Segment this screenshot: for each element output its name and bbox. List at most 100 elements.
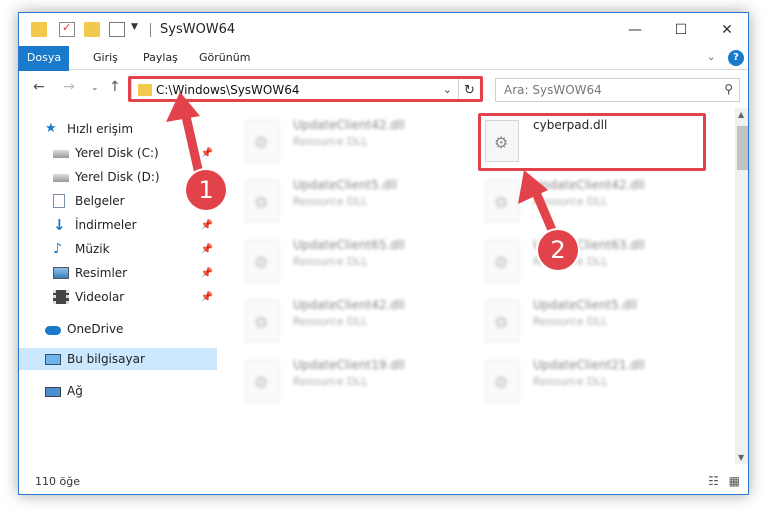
- sidebar-item-label: Bu bilgisayar: [67, 352, 145, 366]
- title-bar: ✓ ▼ SysWOW64 — ☐ ✕: [19, 13, 748, 46]
- file-item[interactable]: ⚙ UpdateClient21.dll Resource DLL: [485, 358, 715, 410]
- picture-icon: [53, 267, 69, 279]
- properties-icon[interactable]: ✓: [59, 21, 75, 37]
- file-name: UpdateClient65.dll: [293, 238, 405, 252]
- minimize-button[interactable]: —: [612, 13, 658, 46]
- dll-file-icon: ⚙: [245, 240, 279, 282]
- title-separator: [150, 23, 151, 37]
- file-type: Resource DLL: [293, 135, 368, 148]
- file-name: UpdateClient21.dll: [533, 358, 645, 372]
- up-arrow-icon[interactable]: ↑: [109, 79, 121, 95]
- sidebar-item-videos[interactable]: Videolar 📌: [19, 286, 217, 308]
- dll-file-icon: ⚙: [485, 360, 519, 402]
- file-item[interactable]: ⚙ UpdateClient19.dll Resource DLL: [245, 358, 475, 410]
- file-item[interactable]: ⚙ UpdateClient65.dll Resource DLL: [245, 238, 475, 290]
- sidebar-item-label: Yerel Disk (D:): [75, 170, 160, 184]
- file-item[interactable]: ⚙ UpdateClient42.dll Resource DLL: [245, 298, 475, 350]
- navigation-pane: ★ Hızlı erişim Yerel Disk (C:) 📌 Yerel D…: [19, 108, 217, 468]
- dll-file-icon: ⚙: [245, 180, 279, 222]
- file-name: UpdateClient42.dll: [293, 118, 405, 132]
- file-name: UpdateClient42.dll: [533, 178, 645, 192]
- sidebar-item-this-pc[interactable]: Bu bilgisayar: [19, 348, 217, 370]
- sidebar-item-onedrive[interactable]: OneDrive: [19, 318, 217, 340]
- file-highlight: [478, 113, 706, 171]
- dll-file-icon: ⚙: [245, 120, 279, 162]
- recent-locations-icon[interactable]: ⌄: [91, 83, 99, 93]
- sidebar-item-label: Hızlı erişim: [67, 122, 134, 136]
- forward-arrow-icon[interactable]: →: [63, 79, 75, 95]
- scroll-down-icon[interactable]: ▼: [738, 453, 744, 462]
- sidebar-item-label: Ağ: [67, 384, 83, 398]
- sidebar-item-label: Müzik: [75, 242, 110, 256]
- ribbon: Dosya Giriş Paylaş Görünüm ⌄ ?: [19, 46, 748, 98]
- quick-access-dropdown-icon[interactable]: ▼: [131, 22, 147, 37]
- large-icons-view-icon[interactable]: ▦: [729, 474, 740, 488]
- file-type: Resource DLL: [533, 195, 608, 208]
- sidebar-item-network[interactable]: Ağ: [19, 380, 217, 402]
- sidebar-item-label: Belgeler: [75, 194, 125, 208]
- dll-file-icon: ⚙: [485, 240, 519, 282]
- pin-icon[interactable]: 📌: [201, 148, 213, 159]
- details-view-icon[interactable]: ☷: [708, 474, 719, 488]
- video-icon: [53, 290, 69, 304]
- help-icon[interactable]: ?: [728, 50, 744, 66]
- item-count: 110 öğe: [35, 475, 80, 488]
- drive-icon: [53, 174, 69, 182]
- tab-home[interactable]: Giriş: [93, 46, 118, 70]
- computer-icon: [45, 353, 61, 365]
- sidebar-item-downloads[interactable]: ↓ İndirmeler 📌: [19, 214, 217, 236]
- file-name: UpdateClient5.dll: [293, 178, 397, 192]
- pin-icon[interactable]: 📌: [201, 292, 213, 303]
- drive-icon: [53, 150, 69, 158]
- pin-icon[interactable]: 📌: [201, 220, 213, 231]
- sidebar-item-music[interactable]: ♪ Müzik 📌: [19, 238, 217, 260]
- pin-icon[interactable]: 📌: [201, 268, 213, 279]
- pin-icon[interactable]: 📌: [201, 244, 213, 255]
- file-item[interactable]: ⚙ UpdateClient63.dll Resource DLL: [485, 238, 715, 290]
- sidebar-item-pictures[interactable]: Resimler 📌: [19, 262, 217, 284]
- file-item[interactable]: ⚙ UpdateClient42.dll Resource DLL: [485, 178, 715, 230]
- dll-file-icon: ⚙: [245, 300, 279, 342]
- vertical-scrollbar[interactable]: ▲ ▼: [735, 108, 748, 464]
- file-item[interactable]: ⚙ UpdateClient42.dll Resource DLL: [245, 118, 475, 170]
- scrollbar-thumb[interactable]: [737, 126, 748, 170]
- back-arrow-icon[interactable]: ←: [33, 79, 45, 95]
- window-title: SysWOW64: [160, 22, 236, 37]
- address-bar-highlight: [128, 76, 483, 102]
- sidebar-item-label: İndirmeler: [75, 218, 137, 232]
- file-type: Resource DLL: [293, 195, 368, 208]
- search-input[interactable]: Ara: SysWOW64 ⚲: [495, 78, 740, 102]
- tab-share[interactable]: Paylaş: [143, 46, 178, 70]
- folder-icon: [31, 22, 47, 37]
- network-icon: [45, 387, 61, 397]
- tab-view[interactable]: Görünüm: [199, 46, 250, 70]
- new-folder-icon[interactable]: [84, 22, 100, 37]
- scroll-up-icon[interactable]: ▲: [738, 110, 744, 119]
- sidebar-item-local-disk-c[interactable]: Yerel Disk (C:) 📌: [19, 142, 217, 164]
- download-icon: ↓: [53, 216, 66, 234]
- dll-file-icon: ⚙: [485, 180, 519, 222]
- close-button[interactable]: ✕: [704, 13, 748, 46]
- chevron-down-icon[interactable]: ⌄: [707, 46, 715, 70]
- file-item[interactable]: ⚙ UpdateClient5.dll Resource DLL: [485, 298, 715, 350]
- sidebar-item-label: Resimler: [75, 266, 128, 280]
- customize-toolbar-icon[interactable]: [109, 22, 125, 37]
- step-1-badge: 1: [186, 170, 226, 210]
- file-type: Resource DLL: [293, 315, 368, 328]
- file-type: Resource DLL: [293, 255, 368, 268]
- cloud-icon: [45, 326, 61, 335]
- file-name: UpdateClient5.dll: [533, 298, 637, 312]
- view-toggle[interactable]: ☷ ▦: [708, 474, 740, 488]
- search-icon[interactable]: ⚲: [724, 82, 733, 96]
- sidebar-item-label: Videolar: [75, 290, 125, 304]
- sidebar-item-label: OneDrive: [67, 322, 124, 336]
- step-2-badge: 2: [538, 230, 578, 270]
- file-name: UpdateClient19.dll: [293, 358, 405, 372]
- sidebar-item-quick-access[interactable]: ★ Hızlı erişim: [19, 118, 217, 140]
- file-item[interactable]: ⚙ UpdateClient5.dll Resource DLL: [245, 178, 475, 230]
- file-type: Resource DLL: [533, 375, 608, 388]
- dll-file-icon: ⚙: [245, 360, 279, 402]
- maximize-button[interactable]: ☐: [658, 13, 704, 46]
- document-icon: [53, 194, 65, 208]
- sidebar-item-label: Yerel Disk (C:): [75, 146, 159, 160]
